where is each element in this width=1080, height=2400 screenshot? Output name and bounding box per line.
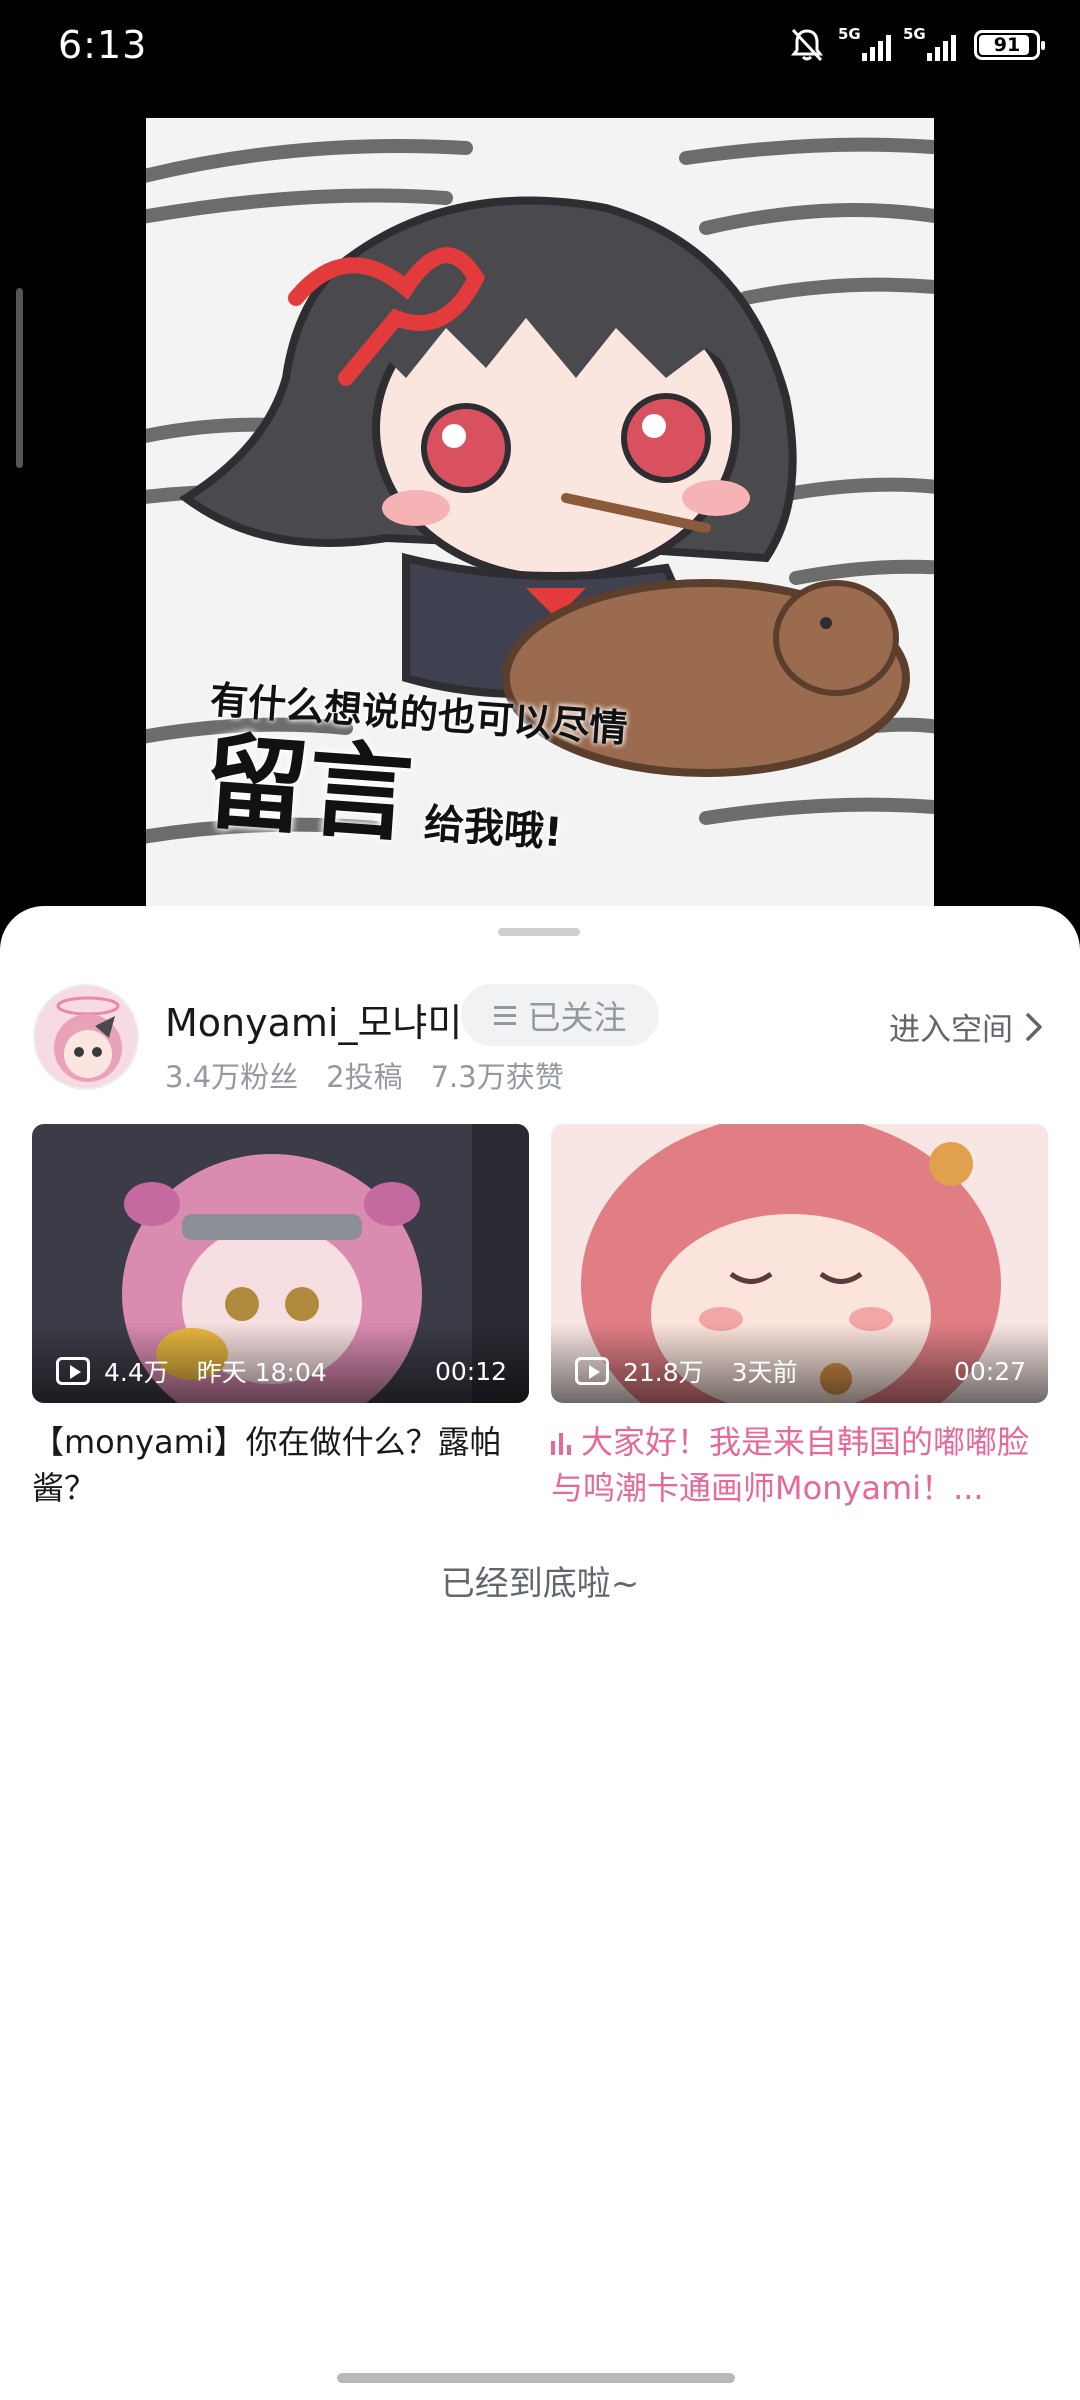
upload-date: 昨天 18:04 (196, 1358, 327, 1387)
network-type-2: 5G (903, 25, 926, 43)
menu-icon (493, 1005, 516, 1025)
video-title[interactable]: 【monyami】你在做什么？露帕酱？ (32, 1419, 529, 1511)
fans-count: 3.4万粉丝 (165, 1060, 299, 1094)
uploader-name[interactable]: Monyami_모냐미 (165, 992, 462, 1047)
uploader-row: Monyami_모냐미 已关注 3.4万粉丝 2投稿 7.3万获赞 进入空间 (33, 984, 1053, 1094)
signal-2-icon: 5G (903, 25, 956, 61)
video-title-wrap[interactable]: 大家好！我是来自韩国的嘟嘟脸与鸣潮卡通画师Monyami！... (551, 1419, 1048, 1511)
video-thumbnail[interactable]: 21.8万 3天前 00:27 (551, 1124, 1048, 1403)
video-thumbnail[interactable]: 4.4万 昨天 18:04 00:12 (32, 1124, 529, 1403)
play-count: 4.4万 (104, 1358, 169, 1387)
sheet-grab-handle[interactable] (498, 928, 580, 936)
uploader-sheet: Monyami_모냐미 已关注 3.4万粉丝 2投稿 7.3万获赞 进入空间 4… (0, 906, 1080, 2400)
bell-muted-icon (791, 28, 823, 62)
enter-space-link[interactable]: 进入空间 (889, 1004, 1045, 1049)
artwork-caption-big: 留言 (200, 720, 417, 857)
status-time: 6:13 (58, 23, 148, 67)
video-title: 大家好！我是来自韩国的嘟嘟脸与鸣潮卡通画师Monyami！... (551, 1423, 1030, 1507)
following-button[interactable]: 已关注 (461, 984, 659, 1046)
home-indicator[interactable] (337, 2373, 735, 2383)
now-playing-icon (551, 1433, 571, 1455)
play-count: 21.8万 (623, 1358, 704, 1387)
network-type-1: 5G (838, 25, 861, 43)
video-meta: 4.4万 昨天 18:04 00:12 (56, 1353, 507, 1389)
video-meta: 21.8万 3天前 00:27 (575, 1353, 1026, 1389)
chevron-right-icon (1026, 1012, 1042, 1041)
post-artwork[interactable]: 有什么想说的也可以尽情 留言 给我哦! (146, 118, 934, 908)
upload-date: 3天前 (731, 1358, 798, 1387)
likes-count: 7.3万获赞 (430, 1060, 564, 1094)
uploader-stats: 3.4万粉丝 2投稿 7.3万获赞 (165, 1054, 564, 1096)
status-icons: 5G 5G 91 (788, 25, 1045, 64)
video-card[interactable]: 4.4万 昨天 18:04 00:12 【monyami】你在做什么？露帕酱？ (32, 1124, 529, 1511)
artwork-caption-line2: 给我哦! (422, 800, 564, 857)
enter-space-label: 进入空间 (889, 1012, 1013, 1048)
video-duration: 00:12 (434, 1356, 507, 1386)
play-count-icon (56, 1357, 90, 1385)
status-bar: 6:13 5G 5G 91 (0, 0, 1080, 90)
avatar[interactable] (33, 984, 139, 1090)
battery-level: 91 (993, 34, 1021, 56)
following-label: 已关注 (527, 998, 627, 1037)
posts-count: 2投稿 (326, 1060, 403, 1094)
avatar-image (35, 986, 137, 1088)
screen: 6:13 5G 5G 91 有什么想说的也可以尽情 留言 给我哦! Monyam… (0, 0, 1080, 2400)
video-duration: 00:27 (953, 1356, 1026, 1386)
signal-1-icon: 5G (838, 25, 891, 61)
edge-handle[interactable] (16, 288, 23, 468)
play-count-icon (575, 1357, 609, 1385)
battery-icon: 91 (974, 30, 1045, 60)
video-card-current[interactable]: 21.8万 3天前 00:27 大家好！我是来自韩国的嘟嘟脸与鸣潮卡通画师Mon… (551, 1124, 1048, 1511)
end-of-list-text: 已经到底啦~ (440, 1564, 640, 1604)
